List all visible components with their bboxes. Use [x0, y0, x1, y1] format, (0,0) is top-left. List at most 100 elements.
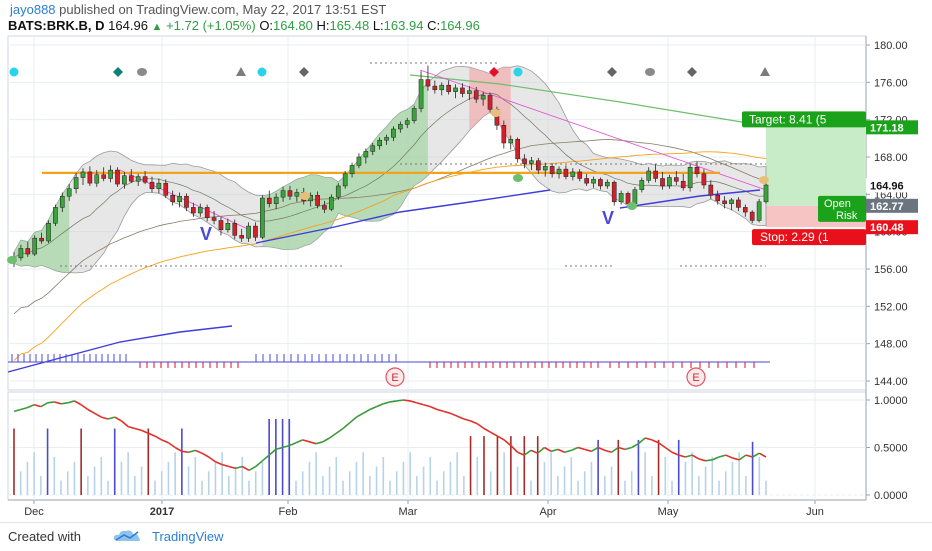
osc-line-segment: [342, 422, 351, 430]
tradingview-link[interactable]: TradingView: [152, 529, 224, 544]
candle-body: [391, 128, 396, 138]
candle-body: [432, 85, 438, 91]
price-chart[interactable]: VVEE 180.00176.00172.00168.00164.00160.0…: [0, 0, 932, 522]
candle-body: [418, 79, 424, 109]
osc-line-segment: [322, 437, 330, 443]
osc-line-segment: [637, 437, 646, 445]
osc-tick-label: 1.0000: [874, 395, 908, 407]
candle-body: [729, 199, 734, 204]
osc-line-segment: [181, 450, 189, 454]
candle-body: [363, 151, 369, 158]
osc-line-segment: [302, 439, 310, 443]
time-tick-label: Dec: [24, 506, 44, 518]
osc-line-segment: [732, 457, 740, 461]
candle-body: [653, 170, 658, 179]
candle-body: [584, 178, 589, 184]
signal-dot: [9, 67, 19, 77]
stop-price-tag: 160.48: [870, 222, 904, 234]
created-with-text: Created with: [8, 529, 81, 544]
osc-line-segment: [167, 442, 176, 449]
candle-body: [487, 95, 493, 110]
osc-line-segment: [329, 432, 337, 439]
candle-body: [108, 169, 113, 179]
osc-line-segment: [141, 429, 149, 434]
candle-body: [156, 182, 162, 189]
candle-body: [411, 108, 417, 121]
osc-line-segment: [376, 403, 384, 408]
osc-line-segment: [13, 408, 21, 413]
candle-body: [701, 173, 707, 186]
candle-body: [66, 188, 72, 197]
osc-line-segment: [389, 400, 397, 403]
osc-line-segment: [241, 465, 250, 471]
candle-body: [715, 195, 721, 202]
osc-line-segment: [738, 454, 747, 461]
candle-body: [135, 176, 141, 182]
candle-body: [605, 181, 610, 187]
osc-line-segment: [429, 405, 438, 411]
osc-line-segment: [691, 454, 700, 460]
osc-line-segment: [54, 401, 62, 405]
candle-body: [425, 79, 431, 87]
stop-label: Stop: 2.29 (1: [760, 230, 829, 244]
candle-body: [170, 195, 175, 203]
candle-body: [280, 190, 286, 198]
osc-line-segment: [74, 400, 82, 406]
candle-body: [294, 192, 300, 197]
osc-line-segment: [120, 420, 129, 428]
candle-body: [591, 179, 596, 184]
candle-body: [184, 195, 189, 208]
candle-body: [404, 120, 410, 125]
osc-line-segment: [315, 441, 324, 445]
signal-diamond: [113, 67, 123, 77]
osc-line-segment: [503, 439, 512, 447]
osc-line-segment: [161, 439, 169, 444]
osc-line-segment: [604, 449, 612, 454]
osc-line-segment: [228, 465, 236, 470]
candle-body: [756, 201, 762, 221]
osc-line-segment: [664, 446, 673, 453]
osc-line-segment: [651, 439, 659, 444]
candle-body: [549, 166, 555, 175]
candle-body: [384, 137, 389, 141]
osc-line-segment: [490, 431, 498, 437]
candle-body: [101, 174, 107, 179]
osc-line-segment: [631, 443, 639, 449]
candle-body: [59, 195, 65, 208]
osc-line-segment: [510, 445, 519, 453]
candle-body: [266, 197, 272, 204]
osc-line-segment: [456, 415, 465, 420]
osc-line-segment: [470, 420, 478, 425]
candle-body: [763, 184, 769, 203]
candle-body: [598, 179, 603, 187]
time-tick-label: Mar: [399, 506, 418, 518]
candle-body: [460, 87, 465, 94]
open-label: Open: [824, 198, 851, 210]
candle-body: [508, 139, 514, 144]
candle-body: [473, 90, 479, 100]
candle-body: [667, 177, 672, 187]
signal-dot: [627, 202, 637, 210]
osc-line-segment: [644, 437, 653, 441]
osc-line-segment: [295, 439, 304, 444]
osc-line-segment: [362, 408, 371, 414]
candle-body: [398, 124, 403, 130]
osc-line-segment: [369, 405, 377, 411]
osc-line-segment: [658, 442, 666, 449]
candle-body: [94, 174, 100, 184]
osc-line-segment: [147, 432, 156, 437]
candle-body: [439, 84, 445, 91]
osc-tick-label: 0.5000: [874, 443, 908, 455]
osc-line-segment: [517, 451, 525, 456]
candle-body: [87, 171, 93, 184]
candle-body: [570, 171, 576, 177]
osc-line-segment: [101, 416, 109, 420]
signal-dot: [7, 256, 17, 264]
osc-line-segment: [678, 454, 686, 458]
price-tick-label: 176.00: [874, 77, 908, 89]
tradingview-cloud-icon: [113, 530, 141, 541]
candle-body: [736, 199, 741, 208]
osc-line-segment: [396, 399, 404, 402]
candle-body: [177, 195, 182, 203]
osc-line-segment: [752, 452, 760, 458]
